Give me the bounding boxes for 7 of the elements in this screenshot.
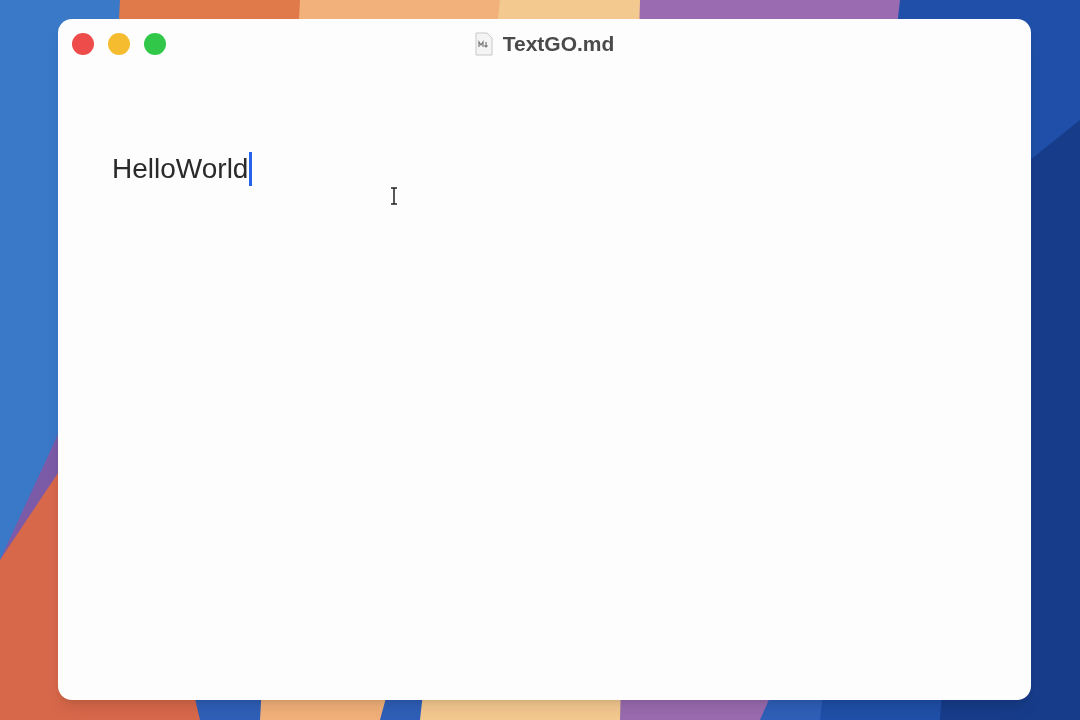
markdown-file-icon [474,32,493,56]
editor-text[interactable]: HelloWorld [112,151,249,187]
window-title: TextGO.md [502,31,615,58]
i-beam-cursor-icon [390,187,398,205]
minimize-button[interactable] [108,33,130,55]
close-button[interactable] [72,33,94,55]
zoom-button[interactable] [144,33,166,55]
